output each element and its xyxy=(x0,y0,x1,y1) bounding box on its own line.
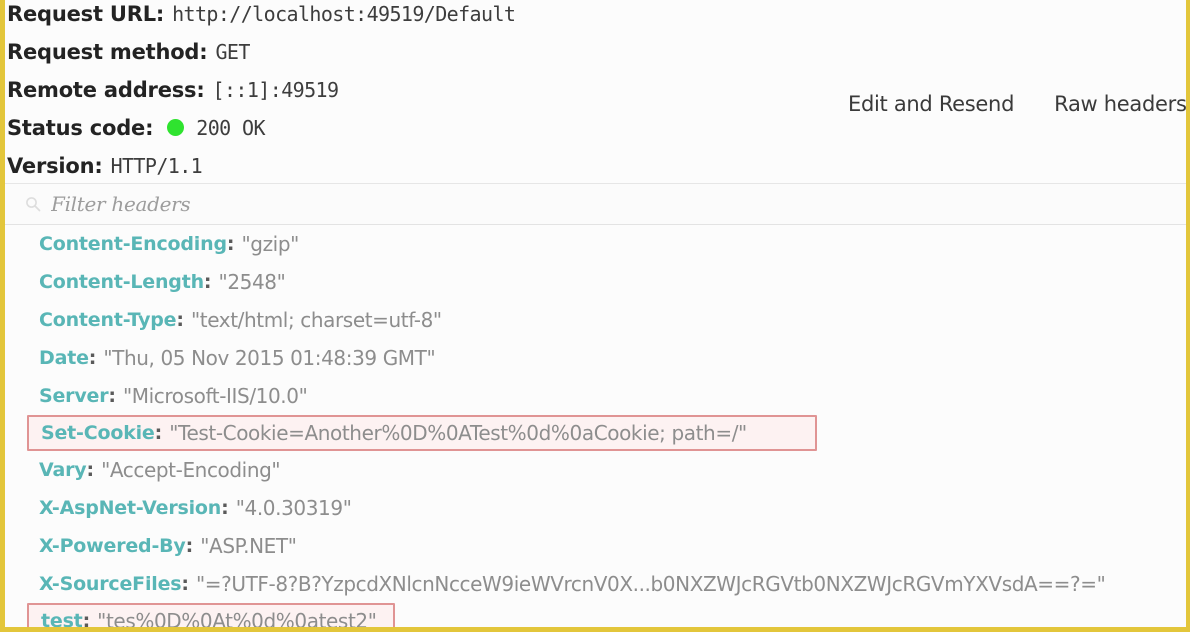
header-name: Content-Encoding xyxy=(39,233,227,255)
summary-row-request-url: Request URL: http://localhost:49519/Defa… xyxy=(5,2,1186,40)
version-value: HTTP/1.1 xyxy=(111,154,203,178)
header-value: "gzip" xyxy=(241,232,298,256)
summary-row-status-code: Status code: 200 OK xyxy=(5,116,1186,154)
header-value: "Accept-Encoding" xyxy=(101,458,280,482)
summary-actions: Edit and Resend Raw headers xyxy=(848,92,1187,116)
header-value: "Microsoft-IIS/10.0" xyxy=(123,384,307,408)
request-url-value: http://localhost:49519/Default xyxy=(172,2,515,26)
filter-headers-input[interactable] xyxy=(51,192,651,216)
header-value: "text/html; charset=utf-8" xyxy=(191,308,442,332)
response-headers-list: Content-Encoding: "gzip" Content-Length:… xyxy=(5,225,1186,627)
header-name: test xyxy=(41,610,83,627)
filter-headers-bar xyxy=(5,183,1186,225)
header-row-server[interactable]: Server: "Microsoft-IIS/10.0" xyxy=(5,377,1186,415)
header-row-x-sourcefiles[interactable]: X-SourceFiles: "=?UTF-8?B?YzpcdXNlcnNcce… xyxy=(5,565,1186,603)
header-row-set-cookie[interactable]: Set-Cookie: "Test-Cookie=Another%0D%0ATe… xyxy=(27,415,817,451)
header-name: X-SourceFiles xyxy=(39,573,181,595)
network-headers-panel: Request URL: http://localhost:49519/Defa… xyxy=(0,0,1190,632)
header-row-content-type[interactable]: Content-Type: "text/html; charset=utf-8" xyxy=(5,301,1186,339)
summary-row-request-method: Request method: GET xyxy=(5,40,1186,78)
status-code-value: 200 OK xyxy=(196,116,265,140)
request-method-label: Request method: xyxy=(7,40,207,64)
search-icon xyxy=(25,196,41,212)
header-name: Server xyxy=(39,385,108,407)
header-colon: : xyxy=(155,422,163,444)
header-colon: : xyxy=(176,309,184,331)
remote-address-value: [::1]:49519 xyxy=(213,78,339,102)
header-row-test[interactable]: test: "tes%0D%0At%0d%0atest2" xyxy=(27,603,395,627)
header-colon: : xyxy=(227,233,235,255)
header-name: Content-Length xyxy=(39,271,204,293)
header-colon: : xyxy=(108,385,116,407)
header-name: X-AspNet-Version xyxy=(39,497,221,519)
header-name: X-Powered-By xyxy=(39,535,186,557)
header-row-date[interactable]: Date: "Thu, 05 Nov 2015 01:48:39 GMT" xyxy=(5,339,1186,377)
header-value: "2548" xyxy=(219,270,286,294)
header-colon: : xyxy=(186,535,194,557)
header-colon: : xyxy=(89,347,97,369)
header-colon: : xyxy=(181,573,189,595)
header-colon: : xyxy=(204,271,212,293)
header-colon: : xyxy=(221,497,229,519)
header-row-vary[interactable]: Vary: "Accept-Encoding" xyxy=(5,451,1186,489)
request-url-label: Request URL: xyxy=(7,2,164,26)
header-name: Date xyxy=(39,347,89,369)
header-name: Vary xyxy=(39,459,86,481)
request-method-value: GET xyxy=(215,40,249,64)
status-code-label: Status code: xyxy=(7,116,153,140)
header-colon: : xyxy=(83,610,91,627)
edit-and-resend-button[interactable]: Edit and Resend xyxy=(848,92,1014,116)
remote-address-label: Remote address: xyxy=(7,78,205,102)
status-dot-green-icon xyxy=(167,119,184,136)
raw-headers-button[interactable]: Raw headers xyxy=(1054,92,1186,116)
header-value: "Test-Cookie=Another%0D%0ATest%0d%0aCook… xyxy=(169,421,747,445)
header-row-content-length[interactable]: Content-Length: "2548" xyxy=(5,263,1186,301)
version-label: Version: xyxy=(7,154,103,178)
header-name: Set-Cookie xyxy=(41,422,155,444)
header-row-x-powered-by[interactable]: X-Powered-By: "ASP.NET" xyxy=(5,527,1186,565)
header-name: Content-Type xyxy=(39,309,176,331)
header-value: "Thu, 05 Nov 2015 01:48:39 GMT" xyxy=(103,346,435,370)
header-value: "=?UTF-8?B?YzpcdXNlcnNcceW9ieWVrcnV0X...… xyxy=(196,572,1105,596)
header-value: "tes%0D%0At%0d%0atest2" xyxy=(97,609,376,627)
header-value: "ASP.NET" xyxy=(200,534,296,558)
header-colon: : xyxy=(86,459,94,481)
header-row-x-aspnet-version[interactable]: X-AspNet-Version: "4.0.30319" xyxy=(5,489,1186,527)
header-value: "4.0.30319" xyxy=(236,496,352,520)
header-row-content-encoding[interactable]: Content-Encoding: "gzip" xyxy=(5,225,1186,263)
